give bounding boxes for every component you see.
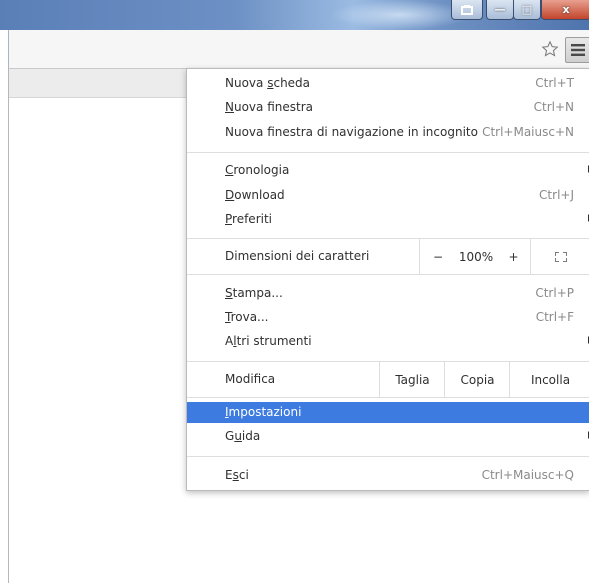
chrome-menu-button[interactable]: [565, 37, 589, 63]
menu-item-find[interactable]: Trova... Ctrl+F: [187, 307, 589, 328]
edit-label: Modifica: [225, 372, 276, 386]
shortcut-label: Ctrl+J: [539, 188, 574, 202]
zoom-out-button[interactable]: −: [419, 239, 456, 274]
paste-label: Incolla: [530, 372, 571, 387]
copy-button[interactable]: Copia: [444, 362, 510, 397]
minimize-button[interactable]: —: [486, 0, 514, 20]
close-window-button[interactable]: x: [541, 0, 589, 20]
shortcut-label: Ctrl+F: [535, 310, 574, 324]
shortcut-label: Ctrl+N: [533, 100, 574, 114]
menu-item-label: Altri strumenti: [225, 334, 312, 348]
zoom-in-button[interactable]: +: [497, 239, 530, 274]
menu-item-label: Nuova finestra: [225, 100, 313, 114]
menu-item-label: Preferiti: [225, 212, 272, 226]
menu-item-print[interactable]: Stampa... Ctrl+P: [187, 283, 589, 304]
zoom-row: Dimensioni dei caratteri − 100% +: [187, 239, 589, 274]
hamburger-icon: [571, 44, 585, 56]
cut-label: Taglia: [395, 372, 430, 387]
cut-button[interactable]: Taglia: [379, 362, 445, 397]
restore-icon: [461, 4, 473, 15]
zoom-value: 100%: [458, 249, 494, 264]
chrome-main-menu: Nuova scheda Ctrl+T Nuova finestra Ctrl+…: [186, 68, 589, 491]
menu-separator: [187, 152, 589, 153]
paste-button[interactable]: Incolla: [509, 362, 589, 397]
star-icon: [541, 40, 559, 57]
menu-separator: [187, 456, 589, 457]
menu-item-downloads[interactable]: Download Ctrl+J: [187, 185, 589, 206]
window-left-border: [8, 68, 9, 583]
menu-item-settings[interactable]: Impostazioni: [187, 402, 589, 423]
maximize-button[interactable]: □: [513, 0, 541, 20]
menu-item-label: Trova...: [225, 310, 269, 324]
shortcut-label: Ctrl+P: [535, 286, 574, 300]
zoom-label: Dimensioni dei caratteri: [225, 249, 370, 263]
close-icon: x: [562, 3, 570, 16]
shortcut-label: Ctrl+Maiusc+Q: [481, 468, 574, 482]
shortcut-label: Ctrl+T: [535, 76, 574, 90]
menu-item-label: Nuova finestra di navigazione in incogni…: [225, 125, 478, 139]
maximize-icon: □: [521, 3, 533, 16]
browser-toolbar: [8, 30, 589, 69]
fullscreen-icon: [555, 251, 567, 262]
menu-item-exit[interactable]: Esci Ctrl+Maiusc+Q: [187, 465, 589, 486]
menu-item-label: Impostazioni: [225, 405, 302, 419]
menu-item-more-tools[interactable]: Altri strumenti: [187, 331, 589, 352]
title-bar-glow: [330, 0, 470, 30]
menu-item-new-window[interactable]: Nuova finestra Ctrl+N: [187, 97, 589, 118]
menu-item-label: Stampa...: [225, 286, 283, 300]
fullscreen-button[interactable]: [530, 239, 589, 274]
menu-item-label: Guida: [225, 429, 261, 443]
menu-item-history[interactable]: Cronologia: [187, 160, 589, 181]
minimize-icon: —: [494, 3, 506, 16]
restore-button[interactable]: [451, 0, 483, 20]
window-title-bar: — □ x: [0, 0, 589, 30]
menu-item-incognito-window[interactable]: Nuova finestra di navigazione in incogni…: [187, 122, 589, 143]
edit-row: Modifica Taglia Copia Incolla: [187, 362, 589, 397]
copy-label: Copia: [460, 372, 495, 387]
menu-item-label: Cronologia: [225, 163, 290, 177]
menu-item-label: Nuova scheda: [225, 76, 311, 90]
menu-item-help[interactable]: Guida: [187, 426, 589, 447]
menu-item-label: Esci: [225, 468, 249, 482]
menu-separator: [187, 397, 589, 398]
zoom-out-icon: −: [432, 249, 444, 264]
zoom-level: 100%: [455, 239, 497, 274]
menu-item-label: Download: [225, 188, 285, 202]
bookmark-star-button[interactable]: [540, 38, 560, 60]
menu-item-bookmarks[interactable]: Preferiti: [187, 209, 589, 230]
shortcut-label: Ctrl+Maiusc+N: [482, 125, 574, 139]
menu-item-new-tab[interactable]: Nuova scheda Ctrl+T: [187, 73, 589, 94]
menu-separator: [187, 274, 589, 275]
zoom-in-icon: +: [508, 249, 519, 264]
